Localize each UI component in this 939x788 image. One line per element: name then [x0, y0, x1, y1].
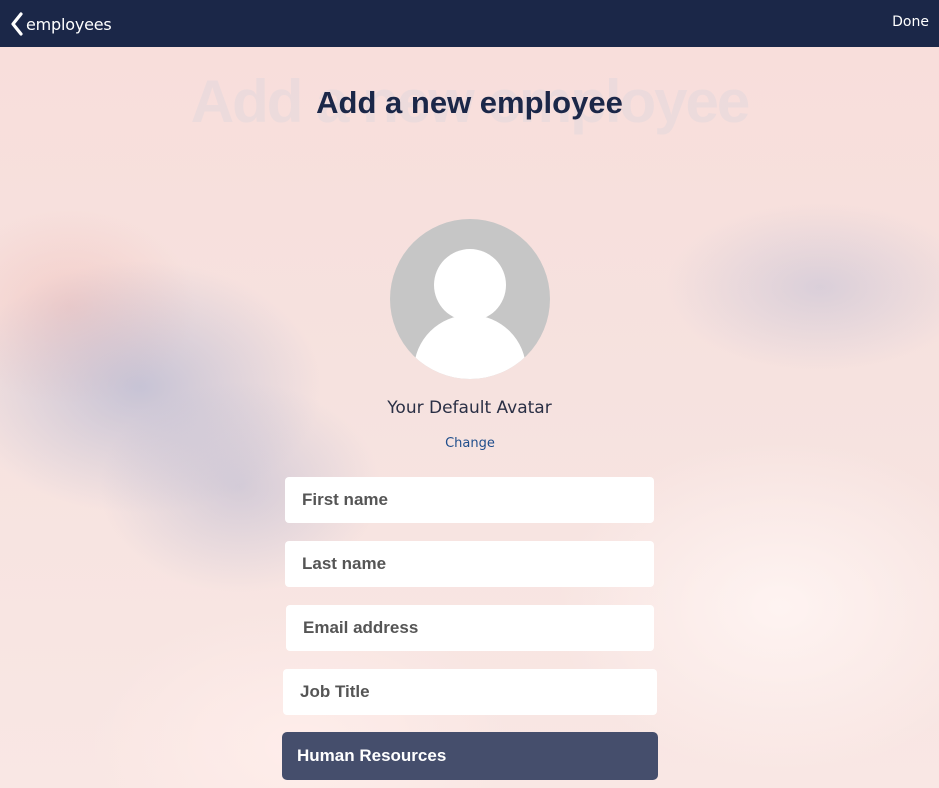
change-avatar-link[interactable]: Change [420, 436, 520, 451]
avatar-head-shape [434, 249, 506, 321]
job-title-field[interactable] [283, 669, 657, 715]
last-name-field[interactable] [285, 541, 654, 587]
default-avatar-image [390, 219, 550, 379]
back-button[interactable]: employees [10, 11, 112, 37]
avatar-caption: Your Default Avatar [387, 398, 552, 418]
chevron-left-icon [10, 12, 24, 36]
back-button-label: employees [26, 14, 112, 34]
avatar-body-shape [414, 315, 526, 379]
first-name-field[interactable] [285, 477, 654, 523]
department-select[interactable]: Human Resources [282, 732, 658, 780]
main-content: Add a new employee Add a new employee Yo… [0, 47, 939, 788]
page-title: Add a new employee [316, 85, 623, 120]
top-navigation-bar: employees Done [0, 0, 939, 47]
email-field[interactable] [286, 605, 654, 651]
done-button[interactable]: Done [892, 14, 929, 30]
